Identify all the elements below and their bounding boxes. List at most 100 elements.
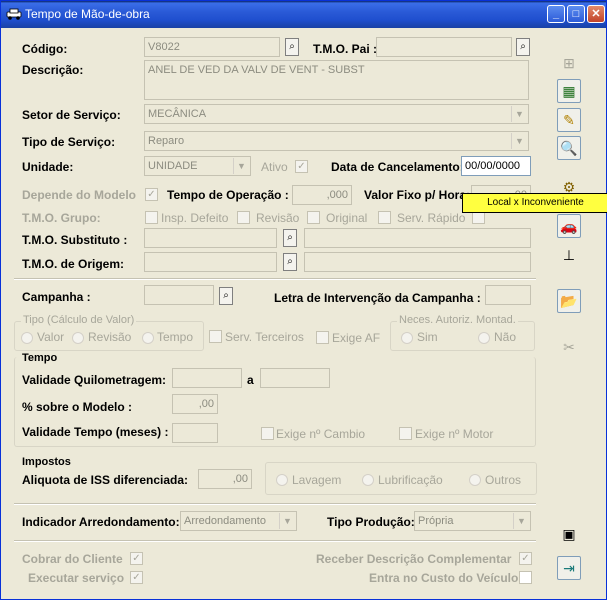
radio-lubrificacao-label: Lubrificação: [378, 473, 443, 487]
tmo-origem-lookup-icon[interactable]: ⌕: [283, 253, 297, 271]
divider: [14, 503, 536, 505]
letra-intervencao-field[interactable]: [485, 285, 531, 305]
tipo-producao-value: Própria: [418, 515, 454, 527]
campanha-lookup-icon[interactable]: ⌕: [219, 287, 233, 305]
maximize-button[interactable]: □: [567, 5, 585, 23]
tipo-servico-select[interactable]: Reparo ▼: [144, 131, 529, 151]
car-icon[interactable]: 🚗: [557, 214, 581, 238]
serv-rapido-label: Serv. Rápido: [397, 211, 466, 225]
tmo-grupo-checkbox[interactable]: [145, 211, 158, 224]
save-icon[interactable]: ▣: [557, 522, 581, 546]
setor-servico-select[interactable]: MECÂNICA ▼: [144, 104, 529, 124]
radio-sim-label: Sim: [417, 330, 438, 344]
aliquota-iss-label: Aliquota de ISS diferenciada:: [22, 473, 189, 487]
insp-defeito-checkbox[interactable]: [237, 211, 250, 224]
tmo-grupo-label: T.M.O. Grupo:: [22, 211, 101, 225]
entra-custo-checkbox[interactable]: [519, 571, 532, 584]
tempo-operacao-field[interactable]: ,000: [292, 185, 352, 205]
print-preview-icon[interactable]: 🔍: [557, 136, 581, 160]
unidade-select[interactable]: UNIDADE ▼: [144, 156, 251, 176]
campanha-field[interactable]: [144, 285, 214, 305]
radio-tempo[interactable]: [142, 332, 154, 344]
validade-km-label: Validade Quilometragem:: [22, 373, 167, 387]
revisao-checkbox[interactable]: [307, 211, 320, 224]
validade-km-from-field[interactable]: [172, 368, 242, 388]
close-button[interactable]: ✕: [587, 5, 605, 23]
radio-nao[interactable]: [478, 332, 490, 344]
ativo-checkbox[interactable]: ✓: [295, 160, 308, 173]
receber-descricao-checkbox[interactable]: ✓: [519, 552, 532, 565]
aliquota-iss-field[interactable]: ,00: [198, 469, 252, 489]
data-cancelamento-label: Data de Cancelamento:: [331, 160, 464, 174]
radio-sim[interactable]: [401, 332, 413, 344]
radio-outros[interactable]: [469, 474, 481, 486]
window-title: Tempo de Mão-de-obra: [25, 7, 150, 21]
tmo-origem-field[interactable]: [144, 252, 277, 272]
validade-km-sep: a: [247, 373, 254, 387]
unidade-value: UNIDADE: [148, 160, 198, 172]
radio-valor[interactable]: [21, 332, 33, 344]
pct-modelo-field[interactable]: ,00: [172, 394, 218, 414]
radio-revisao-label: Revisão: [88, 330, 132, 344]
exige-motor-checkbox[interactable]: [399, 427, 412, 440]
tmo-pai-field[interactable]: [376, 37, 512, 57]
tree-icon[interactable]: ⊞: [557, 51, 581, 75]
indicador-arred-select[interactable]: Arredondamento ▼: [180, 511, 297, 531]
exit-door-icon[interactable]: ⇥: [557, 556, 581, 580]
original-checkbox[interactable]: [378, 211, 391, 224]
radio-lubrificacao[interactable]: [362, 474, 374, 486]
tmo-origem-label: T.M.O. de Origem:: [22, 257, 125, 271]
depende-modelo-label: Depende do Modelo: [22, 188, 136, 202]
tmo-pai-lookup-icon[interactable]: ⌕: [516, 38, 530, 56]
validade-tempo-field[interactable]: [172, 423, 218, 443]
title-bar: Tempo de Mão-de-obra _ □ ✕: [1, 1, 606, 28]
indicador-arred-label: Indicador Arredondamento:: [22, 515, 180, 529]
letra-intervencao-label: Letra de Intervenção da Campanha :: [274, 291, 481, 305]
radio-nao-label: Não: [494, 330, 517, 344]
tipo-calculo-group: Tipo (Cálculo de Valor) Valor Revisão Te…: [14, 314, 204, 351]
validade-km-to-field[interactable]: [260, 368, 330, 388]
tmo-substituto-field[interactable]: [144, 228, 277, 248]
tmo-pai-label: T.M.O. Pai :: [313, 42, 378, 56]
tipo-servico-label: Tipo de Serviço:: [22, 135, 116, 149]
descricao-field[interactable]: ANEL DE VED DA VALV DE VENT - SUBST: [144, 60, 529, 100]
radio-revisao[interactable]: [72, 332, 84, 344]
grid-icon[interactable]: ▦: [557, 79, 581, 103]
tipo-servico-value: Reparo: [148, 135, 185, 147]
serv-terceiros-checkbox[interactable]: [209, 330, 222, 343]
chevron-down-icon[interactable]: ▼: [511, 133, 527, 149]
executar-servico-checkbox[interactable]: ✓: [130, 571, 143, 584]
exige-af-label: Exige AF: [332, 331, 381, 345]
cobrar-cliente-checkbox[interactable]: ✓: [130, 552, 143, 565]
divider: [14, 540, 536, 542]
pencil-icon[interactable]: ✎: [557, 108, 581, 132]
minimize-button[interactable]: _: [547, 5, 565, 23]
stamp-icon[interactable]: ⊥: [557, 243, 581, 267]
exige-af-checkbox[interactable]: [316, 331, 329, 344]
exige-cambio-label: Exige nº Cambio: [276, 427, 366, 441]
data-cancelamento-field[interactable]: 00/00/0000: [461, 156, 531, 176]
ativo-label: Ativo: [261, 160, 288, 174]
impostos-section-title: Impostos: [22, 456, 71, 468]
radio-lavagem[interactable]: [276, 474, 288, 486]
tmo-substituto-desc-field[interactable]: [304, 228, 531, 248]
folder-open-icon[interactable]: 📂: [557, 289, 581, 313]
codigo-field[interactable]: V8022: [144, 37, 280, 57]
chevron-down-icon[interactable]: ▼: [513, 513, 529, 529]
radio-lavagem-label: Lavagem: [292, 473, 342, 487]
radio-tempo-label: Tempo: [157, 330, 194, 344]
exige-cambio-checkbox[interactable]: [261, 427, 274, 440]
depende-modelo-checkbox[interactable]: ✓: [145, 188, 158, 201]
chevron-down-icon[interactable]: ▼: [233, 158, 249, 174]
tmo-substituto-lookup-icon[interactable]: ⌕: [283, 229, 297, 247]
original-label: Original: [326, 211, 368, 225]
chevron-down-icon[interactable]: ▼: [511, 106, 527, 122]
exige-motor-label: Exige nº Motor: [415, 427, 494, 441]
tipo-producao-select[interactable]: Própria ▼: [414, 511, 531, 531]
codigo-lookup-icon[interactable]: ⌕: [285, 38, 299, 56]
chevron-down-icon[interactable]: ▼: [279, 513, 295, 529]
wrench-icon[interactable]: ✂: [557, 335, 581, 359]
neces-autoriz-title: Neces. Autoriz. Montad.: [397, 314, 518, 326]
tmo-origem-desc-field[interactable]: [304, 252, 531, 272]
tempo-operacao-label: Tempo de Operação :: [167, 188, 289, 202]
